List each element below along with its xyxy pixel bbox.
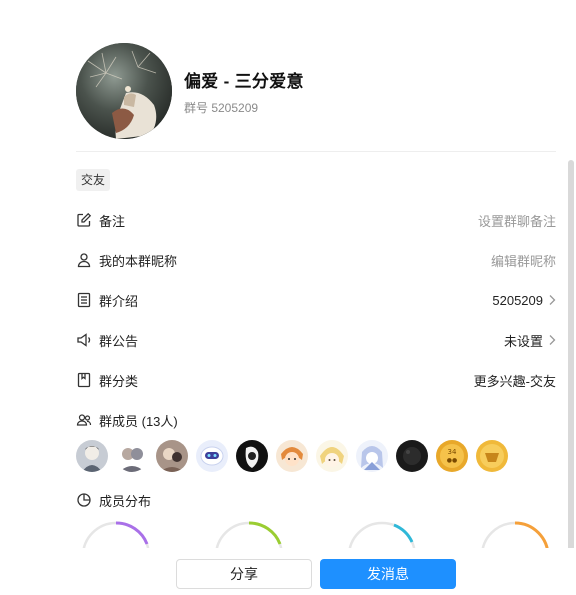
document-icon — [76, 292, 92, 308]
pie-chart-icon — [76, 492, 92, 508]
member-avatar[interactable] — [196, 440, 228, 472]
chevron-right-icon — [548, 334, 556, 346]
member-avatar[interactable] — [276, 440, 308, 472]
member-avatar[interactable] — [156, 440, 188, 472]
members-row[interactable]: 群成员 (13人) — [76, 408, 556, 432]
group-name: 偏爱 - 三分爱意 — [184, 71, 304, 91]
intro-value: 5205209 — [492, 292, 543, 308]
category-label: 群分类 — [99, 373, 139, 389]
share-button[interactable]: 分享 — [176, 559, 312, 589]
chevron-right-icon — [548, 294, 556, 306]
speaker-icon — [76, 332, 92, 348]
members-icon — [76, 412, 92, 428]
distribution-label: 成员分布 — [99, 493, 152, 509]
category-value[interactable]: 更多兴趣-交友 — [474, 371, 556, 390]
divider — [76, 151, 556, 152]
group-avatar[interactable] — [76, 43, 172, 139]
svg-text:34: 34 — [448, 448, 457, 456]
nickname-label: 我的本群昵称 — [99, 253, 178, 269]
group-id: 群号 5205209 — [184, 100, 259, 115]
member-avatar[interactable] — [236, 440, 268, 472]
members-label: 群成员 (13人) — [99, 413, 178, 429]
group-header: 偏爱 - 三分爱意 群号 5205209 — [76, 43, 304, 139]
remark-row[interactable]: 备注 设置群聊备注 — [76, 208, 556, 232]
distribution-row[interactable]: 成员分布 — [76, 488, 556, 512]
category-row[interactable]: 群分类 更多兴趣-交友 — [76, 368, 556, 392]
person-icon — [76, 252, 92, 268]
nickname-value[interactable]: 编辑群昵称 — [491, 251, 556, 270]
intro-label: 群介绍 — [99, 293, 139, 309]
member-avatar[interactable] — [116, 440, 148, 472]
group-tag: 交友 — [76, 169, 111, 191]
notice-value-wrap[interactable]: 未设置 — [504, 331, 556, 350]
member-avatar[interactable]: 34 ●● — [436, 440, 468, 472]
remark-label: 备注 — [99, 213, 126, 229]
bookmark-icon — [76, 372, 92, 388]
svg-text:●●: ●● — [447, 457, 457, 464]
edit-icon — [76, 212, 92, 228]
member-avatar[interactable] — [356, 440, 388, 472]
intro-row[interactable]: 群介绍 5205209 — [76, 288, 556, 312]
member-avatar[interactable] — [476, 440, 508, 472]
member-avatar[interactable] — [76, 440, 108, 472]
member-avatar[interactable] — [396, 440, 428, 472]
nickname-row[interactable]: 我的本群昵称 编辑群昵称 — [76, 248, 556, 272]
intro-value-wrap[interactable]: 5205209 — [492, 293, 556, 308]
notice-label: 群公告 — [99, 333, 139, 349]
remark-value[interactable]: 设置群聊备注 — [478, 211, 556, 230]
member-avatar-list: 34 ●● — [76, 440, 516, 472]
notice-value: 未设置 — [503, 333, 543, 349]
footer-bar: 分享 发消息 — [0, 548, 576, 595]
member-avatar[interactable] — [316, 440, 348, 472]
notice-row[interactable]: 群公告 未设置 — [76, 328, 556, 352]
scrollbar[interactable] — [568, 160, 574, 565]
send-message-button[interactable]: 发消息 — [320, 559, 456, 589]
